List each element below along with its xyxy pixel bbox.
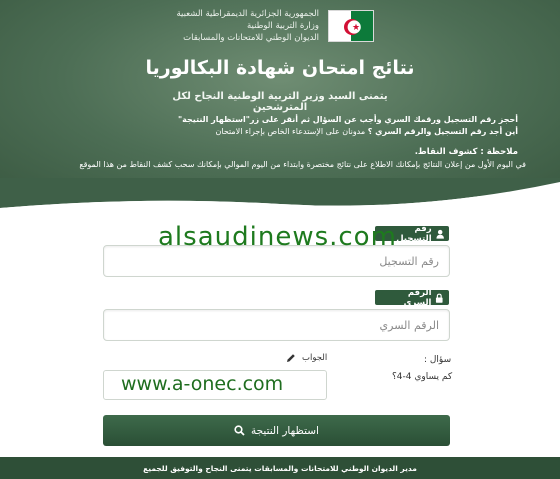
secret-label-text: الرقم السري — [403, 287, 432, 308]
ministry-heading: الجمهورية الجزائرية الديمقراطية الشعبية … — [169, 8, 319, 44]
registration-label-text: رقم التسجيل — [396, 223, 432, 244]
header-banner: الجمهورية الجزائرية الديمقراطية الشعبية … — [0, 0, 560, 196]
pencil-icon — [287, 354, 295, 362]
registration-number-input[interactable] — [103, 245, 450, 277]
show-result-button-label: استظهار النتيجة — [251, 424, 319, 437]
lock-icon — [436, 293, 444, 303]
instruction-question: أين أجد رقم التسجيل والرقم السري ؟ — [367, 127, 518, 136]
note-title: ملاحظة : كشوف النقاط. — [414, 147, 518, 157]
show-result-button[interactable]: استظهار النتيجة — [103, 415, 450, 446]
instruction-line-2: أين أجد رقم التسجيل والرقم السري ؟ مدونا… — [216, 127, 519, 136]
ministry-line-office: الديوان الوطني للامتحانات والمسابقات — [183, 33, 319, 43]
secret-number-label: الرقم السري — [375, 287, 449, 308]
search-icon — [234, 425, 245, 436]
ministry-line-republic: الجمهورية الجزائرية الديمقراطية الشعبية — [176, 9, 319, 19]
page-title: نتائج امتحان شهادة البكالوريا — [145, 57, 415, 79]
registration-number-label: رقم التسجيل — [375, 223, 449, 244]
answer-label: الجواب — [286, 353, 327, 363]
page-subtitle: يتمنى السيد وزير التربية الوطنية النجاح … — [172, 91, 388, 113]
question-text: كم يساوي 4-4؟ — [392, 372, 453, 382]
user-icon — [436, 229, 444, 239]
footer-text: مدير الديوان الوطني للامتحانات والمسابقا… — [143, 463, 417, 473]
answer-label-text: الجواب — [302, 353, 328, 363]
answer-input[interactable] — [103, 370, 327, 400]
note-body: في اليوم الأول من إعلان النتائج بإمكانك … — [79, 160, 526, 169]
instruction-answer: مدونان على الإستدعاء الخاص بإجراء الامتح… — [215, 127, 366, 136]
secret-number-input[interactable] — [103, 309, 450, 341]
question-label: سؤال : — [424, 355, 452, 365]
header-wave-divider — [0, 178, 560, 218]
footer-banner: مدير الديوان الوطني للامتحانات والمسابقا… — [0, 457, 560, 479]
algeria-flag-icon — [328, 10, 374, 42]
instruction-line-1: أحجز رقم التسجيل ورقمك السري وأجب عن الس… — [178, 115, 518, 124]
ministry-line-ministry: وزارة التربية الوطنية — [246, 21, 319, 31]
